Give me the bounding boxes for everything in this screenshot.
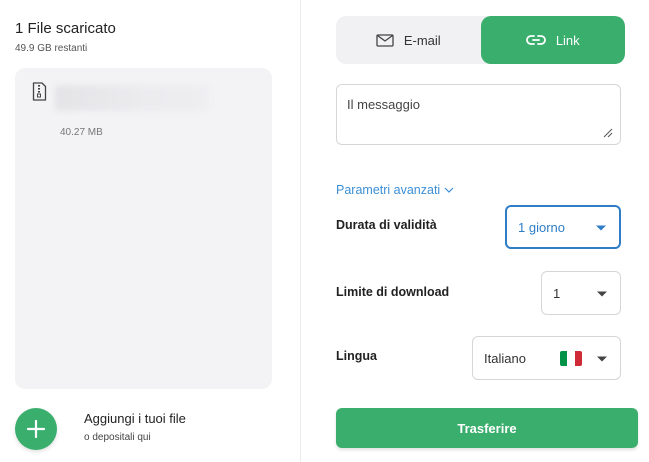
advanced-params-label: Parametri avanzati [336,183,441,197]
validity-select[interactable]: 1 giorno [505,205,621,249]
resize-grip-icon[interactable] [603,128,613,138]
transfer-mode-toggle: E-mail Link [336,16,625,64]
file-list: 40.27 MB [15,68,272,389]
mail-icon [376,33,394,47]
chevron-down-icon [596,225,606,231]
left-panel: 1 File scaricato 49.9 GB restanti 40.27 … [0,0,301,462]
chevron-down-icon [597,356,607,362]
tab-email-label: E-mail [403,32,441,48]
chevron-down-icon [444,187,454,193]
link-icon [525,35,546,45]
download-limit-select[interactable]: 1 [541,271,621,315]
advanced-params-toggle[interactable]: Parametri avanzati [336,183,454,197]
language-label: Lingua [336,349,377,363]
transfer-button[interactable]: Trasferire [336,408,638,448]
tab-email[interactable]: E-mail [336,16,481,64]
plus-icon [27,420,45,438]
chevron-down-icon [597,291,607,297]
tab-link[interactable]: Link [480,16,625,64]
download-limit-value: 1 [553,285,561,301]
validity-value: 1 giorno [518,219,565,235]
file-zip-icon [32,82,47,101]
upload-title: 1 File scaricato [15,20,116,37]
add-files-title[interactable]: Aggiungi i tuoi file [84,411,186,426]
language-value: Italiano [484,350,526,366]
add-files-button[interactable] [15,408,57,450]
file-size: 40.27 MB [60,127,103,138]
file-name-redacted [55,85,209,111]
add-files-subtitle: o depositali qui [84,432,151,443]
language-select[interactable]: Italiano [472,336,621,380]
storage-remaining: 49.9 GB restanti [15,43,88,54]
validity-label: Durata di validità [336,218,437,232]
message-input[interactable] [336,84,621,145]
download-limit-label: Limite di download [336,285,450,299]
tab-link-label: Link [555,32,580,48]
italy-flag-icon [560,351,582,366]
